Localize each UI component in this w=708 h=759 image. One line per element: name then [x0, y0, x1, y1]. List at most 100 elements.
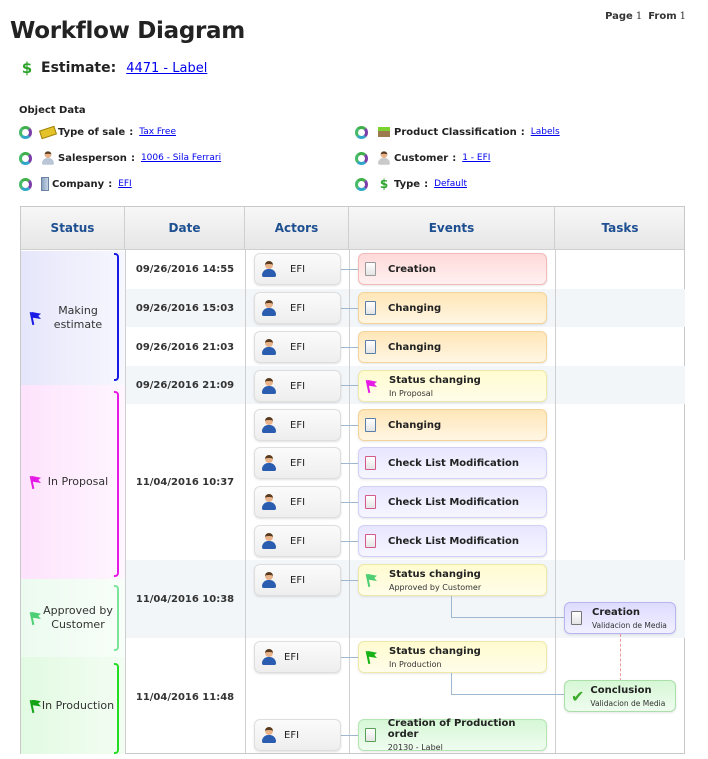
event-title: Creation of Production order — [387, 718, 516, 740]
task-dependency-line — [620, 634, 621, 681]
object-data-product-classification: Product Classification: Labels — [355, 124, 560, 140]
product-classification-link[interactable]: Labels — [531, 127, 560, 137]
header-events: Events — [349, 207, 555, 250]
user-icon — [262, 300, 276, 316]
event-check-list-modification[interactable]: Check List Modification — [358, 447, 547, 479]
event-changing[interactable]: Changing — [358, 409, 547, 441]
date-cell: 09/26/2016 15:03 — [135, 303, 235, 314]
event-changing[interactable]: Changing — [358, 292, 547, 324]
actor-chip[interactable]: EFI — [254, 253, 341, 285]
person-icon — [40, 150, 56, 166]
status-in-production: In Production — [21, 657, 125, 754]
workflow-ring-icon — [19, 151, 32, 165]
actor-chip[interactable]: EFI — [254, 409, 341, 441]
actor-name: EFI — [290, 574, 306, 586]
estimate-link[interactable]: 4471 - Label — [126, 61, 207, 76]
status-bracket — [114, 253, 119, 381]
user-icon — [262, 572, 276, 588]
flag-icon — [29, 311, 41, 326]
flag-icon — [365, 650, 377, 665]
status-making-estimate: Making estimate — [21, 251, 125, 385]
event-title: Check List Modification — [388, 496, 520, 508]
page-number: 1 — [635, 11, 643, 22]
od-colon: : — [130, 152, 135, 164]
task-subtitle: Validacion de Media — [592, 620, 667, 630]
actor-name: EFI — [290, 535, 306, 547]
actor-name: EFI — [290, 302, 306, 314]
page-total: 1 — [679, 11, 686, 22]
event-subtitle: In Proposal — [389, 388, 433, 398]
event-check-list-modification[interactable]: Check List Modification — [358, 525, 547, 557]
actor-chip[interactable]: EFI — [254, 370, 341, 402]
event-check-list-modification[interactable]: Check List Modification — [358, 486, 547, 518]
actor-chip[interactable]: EFI — [254, 719, 341, 751]
actor-chip[interactable]: EFI — [254, 486, 341, 518]
od-key: Customer — [394, 152, 449, 164]
event-status-changing[interactable]: Status changing In Proposal — [358, 370, 547, 402]
event-title: Changing — [388, 419, 442, 431]
actor-chip[interactable]: EFI — [254, 331, 341, 363]
task-conclusion[interactable]: ✔ Conclusion Validacion de Media — [564, 680, 676, 712]
flag-icon — [29, 611, 41, 626]
user-icon — [262, 494, 276, 510]
event-title: Check List Modification — [388, 457, 520, 469]
event-changing[interactable]: Changing — [358, 331, 547, 363]
connector-line — [341, 385, 358, 386]
type-link[interactable]: Default — [434, 179, 467, 189]
date-cell: 09/26/2016 14:55 — [135, 264, 235, 275]
date-cell: 11/04/2016 10:38 — [135, 594, 235, 605]
od-key: Salesperson — [58, 152, 127, 164]
header-date: Date — [125, 207, 245, 250]
checkmark-icon: ✔ — [571, 686, 585, 706]
from-label: From — [648, 11, 677, 22]
dollar-icon: $ — [379, 177, 389, 191]
event-status-changing[interactable]: Status changing Approved by Customer — [358, 564, 547, 596]
checklist-icon — [365, 456, 376, 470]
od-key: Type of sale — [58, 126, 126, 138]
actor-chip[interactable]: EFI — [254, 525, 341, 557]
user-icon — [262, 533, 276, 549]
task-creation[interactable]: Creation Validacion de Media — [564, 602, 676, 634]
flag-icon — [29, 475, 41, 490]
date-cell: 09/26/2016 21:09 — [135, 380, 235, 391]
flag-icon — [29, 699, 41, 713]
actor-chip[interactable]: EFI — [254, 641, 341, 673]
event-title: Status changing — [389, 374, 481, 386]
workflow-ring-icon — [19, 177, 32, 191]
user-icon — [262, 339, 276, 355]
connector-line — [341, 269, 358, 270]
customer-link[interactable]: 1 - EFI — [462, 153, 490, 163]
event-status-changing[interactable]: Status changing In Production — [358, 641, 547, 673]
building-icon — [40, 176, 50, 192]
user-icon — [262, 417, 276, 433]
od-colon: : — [520, 126, 525, 138]
type-of-sale-link[interactable]: Tax Free — [139, 127, 176, 137]
page-label: Page — [605, 11, 633, 22]
event-creation[interactable]: Creation — [358, 253, 547, 285]
task-title: Creation — [592, 606, 640, 618]
people-icon — [376, 150, 392, 166]
document-icon — [365, 262, 376, 276]
od-key: Type — [394, 178, 421, 190]
company-link[interactable]: EFI — [118, 179, 132, 189]
object-data-customer: Customer: 1 - EFI — [355, 150, 490, 166]
status-label: Making estimate — [53, 304, 103, 331]
actor-name: EFI — [290, 341, 306, 353]
flag-icon — [365, 573, 377, 588]
pager: Page 1 From 1 — [605, 11, 692, 22]
od-colon: : — [424, 178, 429, 190]
actor-name: EFI — [290, 263, 306, 275]
checklist-icon — [365, 534, 376, 548]
ticket-icon — [39, 124, 57, 140]
salesperson-link[interactable]: 1006 - Sila Ferrari — [141, 153, 221, 163]
event-creation-of-production-order[interactable]: Creation of Production order 20130 - Labe… — [358, 718, 547, 752]
edit-document-icon — [365, 301, 376, 315]
actor-chip[interactable]: EFI — [254, 447, 341, 479]
actor-chip[interactable]: EFI — [254, 292, 341, 324]
column-divider — [245, 250, 246, 753]
workflow-ring-icon — [355, 125, 368, 139]
edit-document-icon — [365, 340, 376, 354]
actor-chip[interactable]: EFI — [254, 564, 341, 596]
connector-line — [341, 735, 358, 736]
checklist-icon — [365, 495, 376, 509]
